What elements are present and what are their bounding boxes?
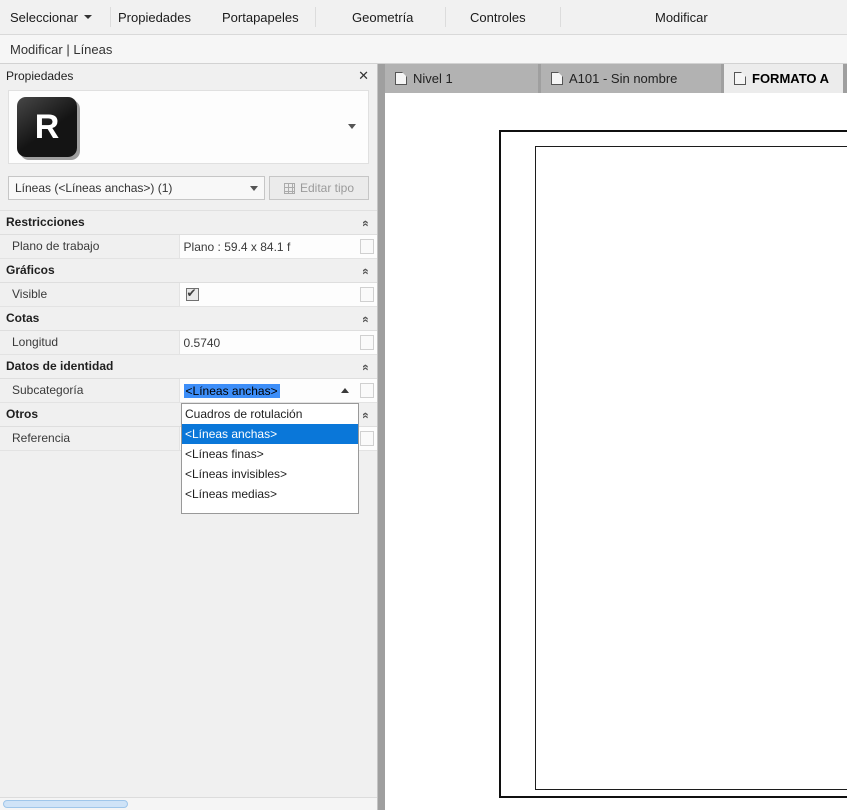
close-icon[interactable]: ✕: [358, 64, 369, 88]
dropdown-item[interactable]: <Líneas medias>: [182, 484, 358, 504]
section-title: Datos de identidad: [6, 359, 114, 373]
ribbon-separator: [560, 7, 561, 27]
document-icon: [551, 72, 563, 85]
view-tab-a101[interactable]: A101 - Sin nombre: [541, 64, 721, 93]
type-selector-combo[interactable]: Líneas (<Líneas anchas>) (1): [8, 176, 265, 200]
dropdown-item[interactable]: <Líneas finas>: [182, 444, 358, 464]
ribbon-separator: [445, 7, 446, 27]
section-graficos[interactable]: Gráficos «: [0, 259, 377, 283]
associate-parameter-button[interactable]: [360, 431, 374, 446]
dropdown-item[interactable]: <Líneas invisibles>: [182, 464, 358, 484]
section-title: Restricciones: [6, 215, 85, 229]
chevron-up-icon[interactable]: [341, 388, 350, 393]
ribbon-bar: Seleccionar Propiedades Portapapeles Geo…: [0, 0, 847, 35]
view-tab-nivel-1[interactable]: Nivel 1: [385, 64, 538, 93]
section-title: Otros: [6, 407, 39, 421]
associate-parameter-button[interactable]: [360, 287, 374, 302]
drawing-area: Nivel 1 A101 - Sin nombre FORMATO A: [378, 64, 847, 810]
associate-parameter-button[interactable]: [360, 239, 374, 254]
view-tab-label: FORMATO A: [752, 71, 830, 86]
section-datos-de-identidad[interactable]: Datos de identidad «: [0, 355, 377, 379]
view-tab-strip: Nivel 1 A101 - Sin nombre FORMATO A: [378, 64, 847, 93]
properties-header[interactable]: Propiedades ✕: [0, 64, 377, 88]
edit-type-button[interactable]: Editar tipo: [269, 176, 369, 200]
chevron-down-icon[interactable]: [348, 124, 356, 129]
subcategory-dropdown-list: Cuadros de rotulación <Líneas anchas> <L…: [181, 403, 359, 514]
section-cotas[interactable]: Cotas «: [0, 307, 377, 331]
section-title: Gráficos: [6, 263, 55, 277]
section-restricciones[interactable]: Restricciones «: [0, 211, 377, 235]
chevron-down-icon: [83, 15, 92, 19]
chevron-down-icon: [250, 186, 258, 191]
property-label: Plano de trabajo: [0, 235, 180, 258]
revit-logo-icon: R: [17, 97, 77, 157]
horizontal-scrollbar[interactable]: [0, 797, 377, 810]
property-label: Visible: [0, 283, 180, 306]
view-tab-label: Nivel 1: [413, 71, 453, 86]
scrollbar-thumb[interactable]: [3, 800, 128, 808]
property-row-longitud: Longitud 0.5740: [0, 331, 377, 355]
ribbon-panel-geometria[interactable]: Geometría: [352, 0, 413, 34]
type-selector-row: Líneas (<Líneas anchas>) (1) Editar tipo: [8, 176, 369, 200]
view-tab-label: A101 - Sin nombre: [569, 71, 678, 86]
ribbon-panel-modificar[interactable]: Modificar: [655, 0, 708, 34]
view-tab-formato-a[interactable]: FORMATO A: [724, 64, 843, 93]
ribbon-separator: [315, 7, 316, 27]
property-row-visible: Visible: [0, 283, 377, 307]
dropdown-item[interactable]: Cuadros de rotulación: [182, 404, 358, 424]
title-block-border: [535, 146, 847, 790]
subcategory-selected-value: <Líneas anchas>: [183, 383, 280, 398]
ribbon-panel-propiedades[interactable]: Propiedades: [118, 0, 191, 34]
edit-type-icon: [283, 182, 295, 194]
ribbon-panel-portapapeles[interactable]: Portapapeles: [222, 0, 299, 34]
property-label: Referencia: [0, 427, 180, 450]
document-icon: [734, 72, 746, 85]
type-selector-value: Líneas (<Líneas anchas>) (1): [15, 181, 173, 195]
property-label: Subcategoría: [0, 379, 180, 402]
properties-title: Propiedades: [6, 69, 74, 83]
property-value: [180, 283, 358, 306]
property-row-plano-de-trabajo: Plano de trabajo Plano : 59.4 x 84.1 f: [0, 235, 377, 259]
document-icon: [395, 72, 407, 85]
ribbon-panel-seleccionar[interactable]: Seleccionar: [10, 0, 92, 34]
ribbon-panel-controles[interactable]: Controles: [470, 0, 526, 34]
collapse-chevron-icon[interactable]: «: [354, 268, 377, 275]
section-title: Cotas: [6, 311, 40, 325]
revit-window: Seleccionar Propiedades Portapapeles Geo…: [0, 0, 847, 810]
ribbon-panel-label: Seleccionar: [10, 9, 78, 25]
mode-bar-label: Modificar | Líneas: [10, 41, 113, 57]
edit-type-label: Editar tipo: [299, 181, 355, 195]
type-preview[interactable]: R: [8, 90, 369, 164]
mode-bar: Modificar | Líneas: [0, 35, 847, 64]
collapse-chevron-icon[interactable]: «: [354, 364, 377, 371]
subcategory-combo[interactable]: <Líneas anchas>: [180, 379, 358, 402]
property-row-subcategoria: Subcategoría <Líneas anchas>: [0, 379, 377, 403]
property-label: Longitud: [0, 331, 180, 354]
collapse-chevron-icon[interactable]: «: [354, 220, 377, 227]
collapse-chevron-icon[interactable]: «: [354, 316, 377, 323]
visible-checkbox[interactable]: [185, 286, 199, 301]
associate-parameter-button[interactable]: [360, 383, 374, 398]
ribbon-separator: [110, 7, 111, 27]
property-value[interactable]: 0.5740: [180, 331, 358, 354]
property-value[interactable]: Plano : 59.4 x 84.1 f: [180, 235, 358, 258]
associate-parameter-button[interactable]: [360, 335, 374, 350]
drawing-canvas[interactable]: [385, 93, 847, 810]
properties-panel: Propiedades ✕ R Líneas (<Líneas anchas>)…: [0, 64, 378, 810]
dropdown-item-selected[interactable]: <Líneas anchas>: [182, 424, 358, 444]
